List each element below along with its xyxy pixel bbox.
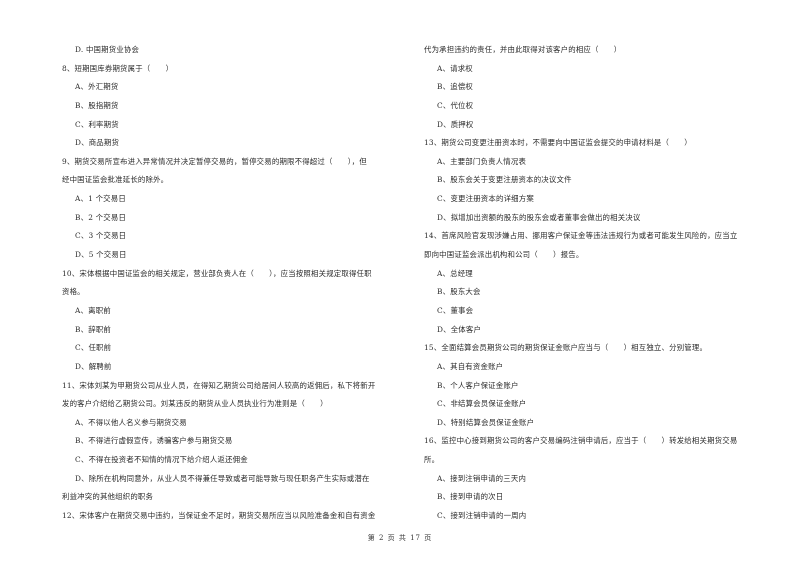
answer-option: A、总经理 [437,268,473,278]
question-text: 15、全面结算会员期货公司的期货保证金账户应当与（ ）相互独立、分别管理。 [424,343,708,353]
answer-option: C、不得在投资者不知情的情况下给介绍人返还佣金 [75,455,248,465]
question-text: 13、期货公司变更注册资本时，不需要向中国证监会提交的申请材料是（ ） [424,138,692,148]
answer-option: A、不得以他人名义参与期货交易 [75,417,187,427]
question-text: 所。 [424,455,440,465]
answer-option: C、董事会 [437,305,474,315]
question-text: 14、首席风险官发现涉嫌占用、挪用客户保证金等违法违规行为或者可能发生风险的，应… [424,231,738,241]
answer-option: C、代位权 [437,100,474,110]
answer-option: D、商品期货 [75,138,120,148]
question-text: 8、短期国库券期货属于（ ） [62,63,174,73]
question-text: 12、宋体客户在期货交易中违约，当保证金不足时，期货交易所应当以风险准备金和自有… [62,511,376,521]
answer-option: A、外汇期货 [75,82,119,92]
answer-option: A、1 个交易日 [75,194,126,204]
answer-option: B、追偿权 [437,82,473,92]
answer-option: D、解聘前 [75,361,112,371]
answer-option: B、股东会关于变更注册资本的决议文件 [437,175,572,185]
answer-option: D、质押权 [437,119,474,129]
answer-option: A、主要部门负责人情况表 [437,156,527,166]
question-text: 10、宋体根据中国证监会的相关规定，营业部负责人在（ ），应当按照相关规定取得任… [62,268,372,278]
answer-option: C、3 个交易日 [75,231,127,241]
question-text: 利益冲突的其他组织的职务 [62,492,154,502]
question-text: 经中国证监会批准延长的除外。 [62,175,169,185]
answer-option: C、变更注册资本的详细方案 [437,194,534,204]
question-text: 资格。 [62,287,85,297]
question-text: 即向中国证监会派出机构和公司（ ）报告。 [424,250,584,260]
answer-option: B、2 个交易日 [75,212,127,222]
answer-option: B、股指期货 [75,100,119,110]
question-text: 发的客户介绍给乙期货公司。刘某违反的期货从业人员执业行为准则是（ ） [62,399,328,409]
answer-option: D、全体客户 [437,324,482,334]
page-footer: 第 2 页 共 17 页 [367,534,433,542]
answer-option: D、拟增加出资额的股东的股东会或者董事会做出的相关决议 [437,212,641,222]
answer-option: B、股东大会 [437,287,481,297]
answer-option: C、接到注销申请的一周内 [437,511,527,521]
right-column: 代为承担违约的责任，并由此取得对该客户的相应（ ） A、请求权 B、追偿权 C、代位权… [424,41,779,526]
answer-option: D. 中国期货业协会 [75,45,140,54]
answer-option: A、其自有资金账户 [437,361,504,371]
answer-option: B、接到申请的次日 [437,492,504,502]
answer-option: D、特别结算会员保证金账户 [437,417,535,427]
left-column: D. 中国期货业协会 8、短期国库券期货属于（ ） A、外汇期货 B、股指期货 C、利率… [62,41,412,526]
answer-option: C、任职前 [75,343,112,353]
answer-option: A、接到注销申请的三天内 [437,473,527,483]
answer-option: B、不得进行虚假宣传，诱骗客户参与期货交易 [75,436,233,446]
question-text: 16、监控中心接到期货公司的客户交易编码注销申请后，应当于（ ）转发给相关期货交… [424,436,738,446]
answer-option: C、利率期货 [75,119,119,129]
question-text: 代为承担违约的责任，并由此取得对该客户的相应（ ） [424,45,622,54]
answer-option: B、辞职前 [75,324,111,334]
question-text: 9、期货交易所宣布进入异常情况并决定暂停交易的，暂停交易的期限不得超过（ ），但 [62,156,367,166]
answer-option: A、离职前 [75,305,111,315]
answer-option: D、5 个交易日 [75,250,127,260]
answer-option: C、非结算会员保证金账户 [437,399,527,409]
question-text: 11、宋体刘某为甲期货公司从业人员，在得知乙期货公司给居间人较高的返佣后，私下将… [62,380,376,390]
answer-option: B、个人客户保证金账户 [437,380,519,390]
answer-option: D、除所在机构同意外，从业人员不得兼任导致或者可能导致与现任职务产生实际或潜在 [75,473,370,483]
answer-option: A、请求权 [437,63,473,73]
